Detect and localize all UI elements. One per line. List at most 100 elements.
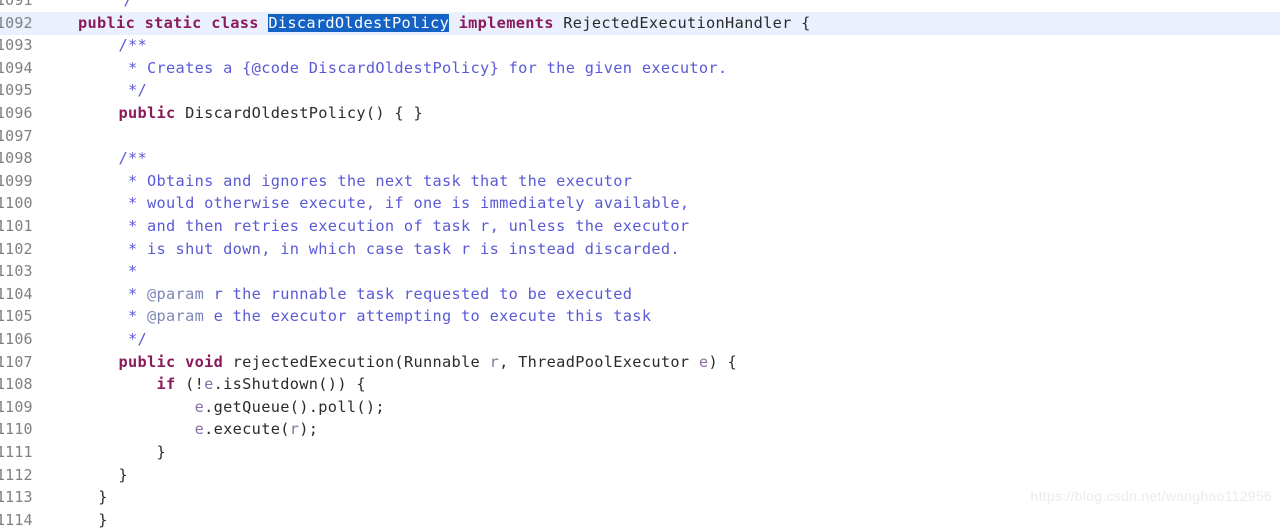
- code-token: );: [299, 420, 319, 439]
- line-content: }: [98, 509, 108, 531]
- line-content: /: [124, 0, 134, 12]
- code-token: e: [698, 352, 709, 371]
- code-token: }: [98, 510, 108, 529]
- code-editor-viewport[interactable]: 1091 / 1092 public static class DiscardOlde…: [0, 0, 1280, 529]
- code-line[interactable]: 1105 * @param e the executor attempting …: [0, 305, 1280, 328]
- code-token: (!: [175, 375, 205, 394]
- code-line[interactable]: 1110 e.execute(r);: [0, 418, 1280, 441]
- line-number: 1096: [0, 104, 33, 122]
- line-number: 1101: [0, 217, 33, 235]
- line-number: 1105: [0, 307, 33, 326]
- code-line[interactable]: 1098 /**: [0, 147, 1280, 170]
- code-line[interactable]: 1114}: [0, 509, 1280, 531]
- line-content: * and then retries execution of task r, …: [118, 215, 689, 238]
- line-number: 1100: [0, 194, 33, 213]
- line-content: *: [118, 260, 137, 283]
- line-number: 1107: [0, 352, 33, 371]
- code-token: @param: [147, 284, 205, 303]
- code-token: poll: [318, 397, 357, 416]
- code-token: static: [144, 13, 202, 32]
- watermark: https://blog.csdn.net/wanghao112956: [1030, 488, 1272, 504]
- code-line[interactable]: 1104 * @param r the runnable task reques…: [0, 283, 1280, 306]
- code-token: }: [118, 443, 167, 461]
- line-content: /**: [118, 34, 147, 57]
- code-token: e: [194, 397, 205, 416]
- code-token: .: [204, 420, 214, 439]
- line-content: * would otherwise execute, if one is imm…: [118, 192, 689, 215]
- line-number: 1094: [0, 58, 33, 77]
- code-token: implements: [458, 13, 554, 32]
- code-line[interactable]: 1108 if (!e.isShutdown()) {: [0, 373, 1280, 396]
- code-line[interactable]: 1094 * Creates a {@code DiscardOldestPol…: [0, 57, 1280, 80]
- code-line[interactable]: 1102 * is shut down, in which case task …: [0, 238, 1280, 261]
- code-token: execute: [213, 420, 281, 439]
- code-token: (: [280, 420, 290, 439]
- line-number: 1097: [0, 126, 33, 145]
- code-line[interactable]: 1101 * and then retries execution of tas…: [0, 215, 1280, 238]
- line-content: * @param e the executor attempting to ex…: [118, 305, 651, 328]
- code-line[interactable]: 1112}: [0, 464, 1280, 487]
- line-content: }: [98, 486, 108, 509]
- code-token: .: [204, 397, 214, 416]
- line-number: 1109: [0, 397, 33, 416]
- code-line[interactable]: 1099 * Obtains and ignores the next task…: [0, 170, 1280, 193]
- code-token: e the executor attempting to execute thi…: [204, 307, 652, 326]
- code-line[interactable]: 1103 *: [0, 260, 1280, 283]
- code-token: * would otherwise execute, if one is imm…: [118, 194, 690, 213]
- code-token: /**: [118, 149, 148, 168]
- code-token: * Creates a {@code DiscardOldestPolicy} …: [118, 58, 728, 77]
- code-line[interactable]: 1091 /: [0, 0, 1280, 12]
- line-content: public void rejectedExecution(Runnable r…: [118, 351, 737, 374]
- code-token: ) {: [708, 352, 737, 371]
- code-line[interactable]: 1107 public void rejectedExecution(Runnab…: [0, 351, 1280, 374]
- code-line[interactable]: 1096 public DiscardOldestPolicy() { }: [0, 102, 1280, 125]
- line-number: 1111: [0, 443, 33, 461]
- code-token: * Obtains and ignores the next task that…: [118, 171, 633, 190]
- line-content: e.getQueue().poll();: [118, 396, 385, 419]
- code-token: *: [118, 284, 148, 303]
- code-line[interactable]: 1093 /**: [0, 34, 1280, 57]
- line-number: 1108: [0, 375, 33, 394]
- code-line[interactable]: 1106 */: [0, 328, 1280, 351]
- code-line[interactable]: 1092 public static class DiscardOldestPol…: [0, 12, 1280, 35]
- line-number: 1098: [0, 149, 33, 168]
- code-token: ();: [356, 397, 385, 416]
- code-token: r the runnable task requested to be exec…: [204, 284, 633, 303]
- line-number: 1091: [0, 0, 33, 9]
- line-number: 1110: [0, 420, 33, 439]
- code-token: rejectedExecution: [232, 352, 395, 371]
- code-token: void: [185, 352, 224, 371]
- code-line[interactable]: 1095 */: [0, 79, 1280, 102]
- line-number: 1095: [0, 81, 33, 100]
- code-line[interactable]: 1111 }: [0, 441, 1280, 464]
- code-token: DiscardOldestPolicy: [185, 104, 366, 122]
- line-number: 1106: [0, 330, 33, 348]
- code-token: {: [791, 13, 811, 32]
- code-token: () { }: [365, 104, 423, 122]
- code-token: *: [118, 307, 148, 326]
- code-token: r: [289, 420, 300, 439]
- line-content: public static class DiscardOldestPolicy …: [78, 12, 811, 35]
- code-line[interactable]: 1100 * would otherwise execute, if one i…: [0, 192, 1280, 215]
- line-number: 1102: [0, 239, 33, 258]
- code-token: */: [118, 81, 148, 100]
- line-content: }: [118, 441, 166, 464]
- code-line[interactable]: 1097: [0, 125, 1280, 148]
- line-content: * is shut down, in which case task r is …: [118, 238, 680, 261]
- code-line[interactable]: 1109 e.getQueue().poll();: [0, 396, 1280, 419]
- line-number: 1093: [0, 36, 33, 55]
- selected-text[interactable]: DiscardOldestPolicy: [268, 13, 450, 32]
- line-number: 1112: [0, 465, 33, 484]
- code-token: r: [489, 352, 500, 371]
- line-content: * @param r the runnable task requested t…: [118, 283, 632, 306]
- code-token: ()) {: [318, 375, 366, 394]
- code-token: /: [123, 0, 134, 9]
